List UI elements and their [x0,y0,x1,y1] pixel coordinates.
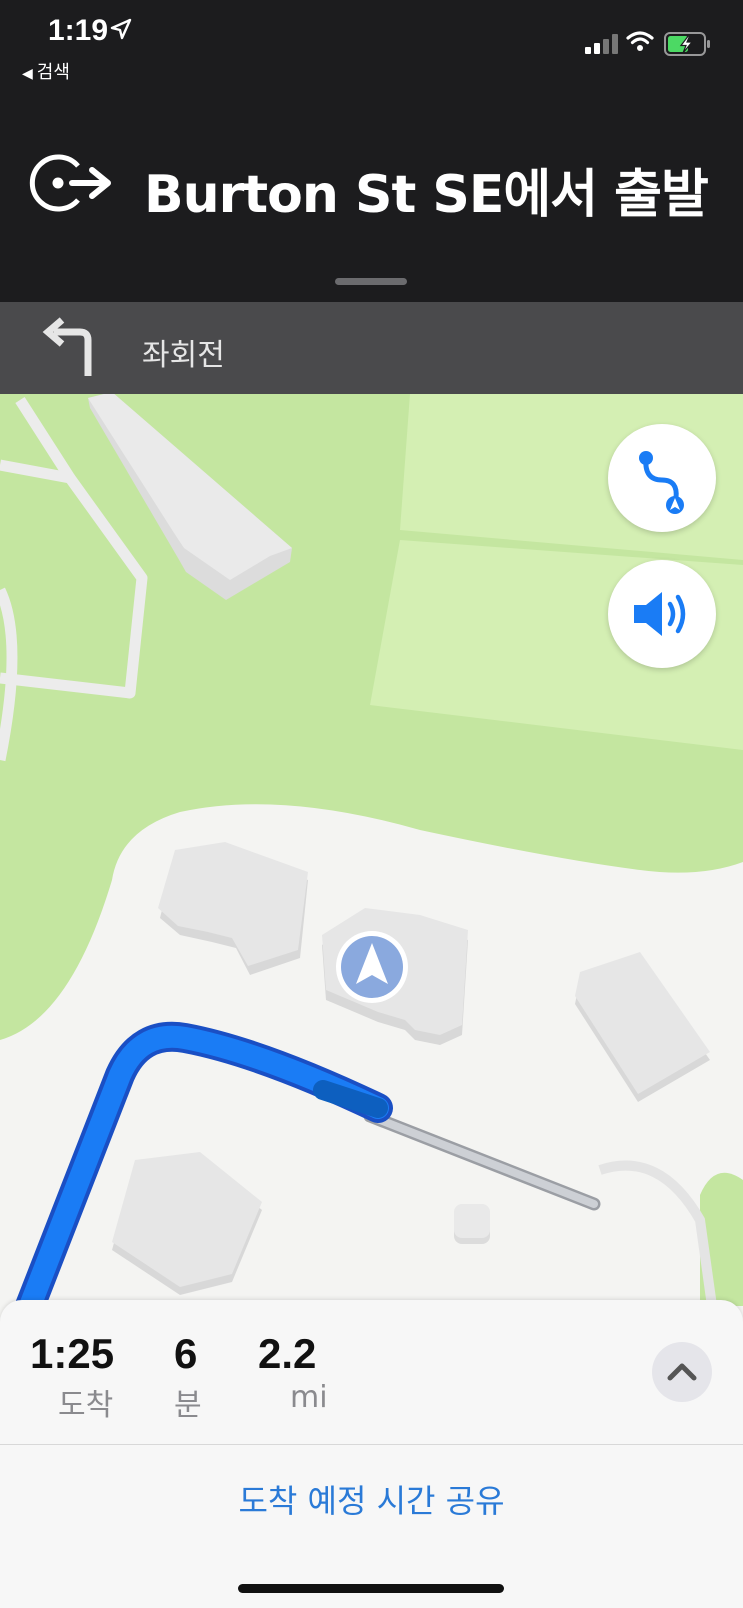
route-overview-icon [639,451,684,514]
maneuver-instruction: Burton St SE에서 출발 [144,165,709,225]
audio-guidance-button[interactable] [608,560,716,668]
status-bar: 1:19 ◀ 검색 [0,0,743,90]
arrival-time-value: 1:25 [30,1330,115,1377]
location-arrow-icon [110,18,132,45]
turn-left-icon [40,316,102,385]
chevron-up-icon [667,1363,697,1381]
navigation-banner[interactable]: Burton St SE에서 출발 [0,90,743,302]
banner-grabber[interactable] [335,278,407,285]
back-triangle-icon: ◀ [22,66,33,82]
depart-arrow-icon [28,152,118,219]
minutes-remaining-value: 6 [174,1330,198,1377]
next-maneuver-bar: 좌회전 [0,302,743,394]
route-overview-button[interactable] [608,424,716,532]
status-time: 1:19 [48,14,109,47]
speaker-volume-icon [634,592,686,636]
map-view[interactable] [0,392,743,1321]
trip-summary-sheet[interactable]: 1:25 도착 6 분 2.2 mi 도착 예정 시간 공유 [0,1300,743,1608]
expand-sheet-button[interactable] [652,1342,712,1402]
navigation-arrow-icon [336,931,408,1003]
back-to-search-link[interactable]: ◀ 검색 [22,58,70,84]
minutes-remaining-label: 분 [174,1388,202,1423]
home-indicator[interactable] [238,1584,504,1593]
wifi-icon [626,30,654,57]
back-label: 검색 [36,62,70,83]
distance-remaining-label: mi [290,1380,328,1415]
sheet-divider [0,1444,743,1445]
next-maneuver-label: 좌회전 [142,338,225,373]
cellular-signal-icon [585,34,619,59]
distance-remaining-value: 2.2 [258,1330,317,1377]
share-eta-button[interactable]: 도착 예정 시간 공유 [0,1476,743,1522]
battery-charging-icon [664,32,712,61]
arrival-time-label: 도착 [58,1388,114,1423]
